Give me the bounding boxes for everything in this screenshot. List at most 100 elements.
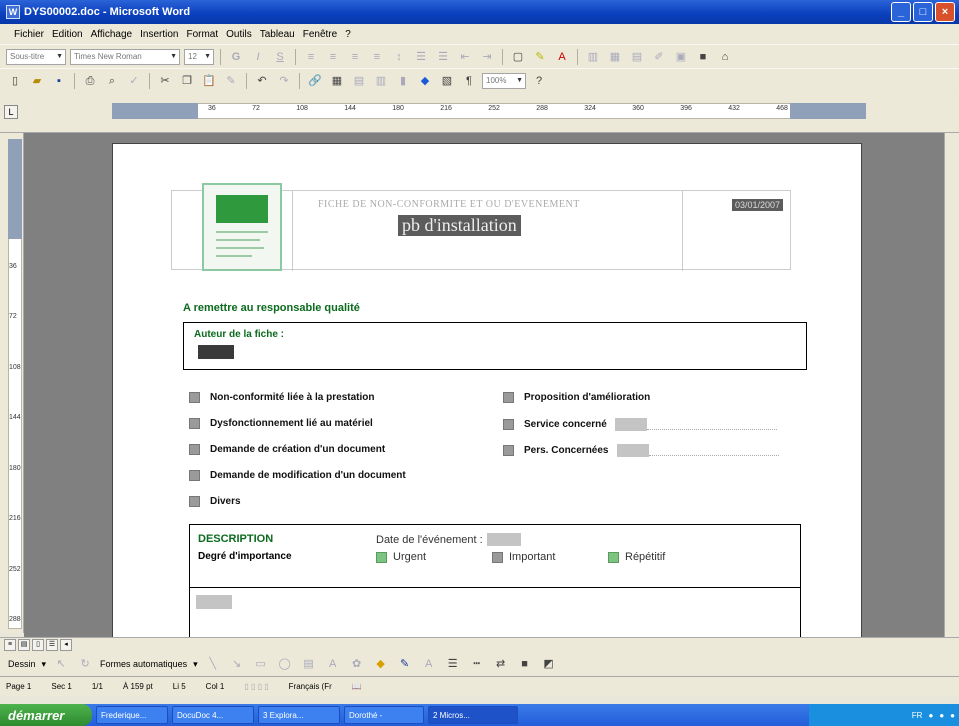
spelling-icon[interactable]: ✓ — [125, 72, 143, 90]
menu-affichage[interactable]: Affichage — [91, 29, 133, 40]
tray-icon[interactable]: ● — [939, 711, 944, 720]
task-word[interactable]: 2 Micros... — [428, 706, 518, 724]
menu-tableau[interactable]: Tableau — [260, 29, 295, 40]
pilcrow-icon[interactable]: ¶ — [460, 72, 478, 90]
date-field[interactable]: 03/01/2007 — [732, 199, 784, 211]
checkbox-dysfonctionnement[interactable]: Dysfonctionnement lié au matériel — [189, 418, 373, 429]
checkbox-icon[interactable] — [189, 470, 200, 481]
dessin-menu[interactable]: Dessin — [8, 659, 36, 669]
task-dorothe[interactable]: Dorothé - — [344, 706, 424, 724]
menu-edition[interactable]: Edition — [52, 29, 83, 40]
task-explorer[interactable]: 3 Explora... — [258, 706, 340, 724]
bullets-icon[interactable]: ☰ — [434, 48, 452, 66]
horizontal-ruler[interactable]: L 36 72 108 144 180 216 252 288 324 360 396 432 468 — [0, 93, 959, 133]
redo-icon[interactable]: ↷ — [275, 72, 293, 90]
start-button[interactable]: démarrer — [0, 704, 92, 726]
vertical-ruler[interactable]: 36 72 108 144 180 216 252 288 — [0, 133, 24, 633]
hyperlink-icon[interactable]: 🔗 — [306, 72, 324, 90]
line-color-icon[interactable]: ✎ — [396, 655, 414, 673]
menu-fenetre[interactable]: Fenêtre — [303, 29, 337, 40]
insert-table-icon[interactable]: ▤ — [350, 72, 368, 90]
scroll-left-icon[interactable]: ◂ — [60, 639, 72, 651]
cut-icon[interactable]: ✂ — [156, 72, 174, 90]
textbox-icon[interactable]: ▤ — [300, 655, 318, 673]
task-frederique[interactable]: Frederique... — [96, 706, 168, 724]
align-right-icon[interactable]: ≡ — [346, 48, 364, 66]
date-evenement-field[interactable] — [486, 533, 521, 546]
line-spacing-icon[interactable]: ↕ — [390, 48, 408, 66]
print-icon[interactable]: ⎙ — [81, 72, 99, 90]
normal-view-icon[interactable]: ≡ — [4, 639, 16, 651]
numbering-icon[interactable]: ☰ — [412, 48, 430, 66]
checkbox-non-conformite[interactable]: Non-conformité liée à la prestation — [189, 392, 374, 403]
line-icon[interactable]: ╲ — [204, 655, 222, 673]
indent-icon[interactable]: ⇥ — [478, 48, 496, 66]
justify-icon[interactable]: ≡ — [368, 48, 386, 66]
checkbox-icon[interactable] — [189, 392, 200, 403]
new-document-icon[interactable]: ▯ — [6, 72, 24, 90]
help-icon[interactable]: ? — [530, 72, 548, 90]
checkbox-icon[interactable] — [503, 419, 514, 430]
outline-view-icon[interactable]: ☰ — [46, 639, 58, 651]
shadow-icon[interactable]: ■ — [516, 655, 534, 673]
minimize-button[interactable]: _ — [891, 2, 911, 22]
checkbox-proposition[interactable]: Proposition d'amélioration — [503, 392, 650, 403]
highlight-icon[interactable]: ✎ — [531, 48, 549, 66]
3d-icon[interactable]: ◩ — [540, 655, 558, 673]
tables-borders-icon[interactable]: ▦ — [328, 72, 346, 90]
subject-field[interactable]: pb d'installation — [398, 215, 521, 236]
rectangle-icon[interactable]: ▭ — [252, 655, 270, 673]
clipart-icon[interactable]: ✿ — [348, 655, 366, 673]
menu-fichier[interactable]: Fichier — [14, 29, 44, 40]
spellcheck-icon[interactable]: 📖 — [352, 682, 362, 691]
insert-excel-icon[interactable]: ▥ — [372, 72, 390, 90]
tray-icon[interactable]: ● — [928, 711, 933, 720]
menu-insertion[interactable]: Insertion — [140, 29, 178, 40]
wordart-icon[interactable]: A — [324, 655, 342, 673]
close-button[interactable]: × — [935, 2, 955, 22]
border-icon[interactable]: ▢ — [509, 48, 527, 66]
checkbox-icon[interactable] — [189, 444, 200, 455]
underline-button[interactable]: S — [271, 48, 289, 66]
fill-color-icon[interactable]: ◆ — [372, 655, 390, 673]
checkbox-icon[interactable] — [376, 551, 387, 563]
outdent-icon[interactable]: ⇤ — [456, 48, 474, 66]
print-view-icon[interactable]: ▯ — [32, 639, 44, 651]
checkbox-icon[interactable] — [189, 496, 200, 507]
table-icon[interactable]: ▦ — [606, 48, 624, 66]
italic-button[interactable]: I — [249, 48, 267, 66]
formes-menu[interactable]: Formes automatiques — [100, 659, 187, 669]
checkbox-icon[interactable] — [492, 551, 503, 563]
menu-help[interactable]: ? — [345, 29, 351, 40]
rotate-icon[interactable]: ↻ — [76, 655, 94, 673]
service-field[interactable] — [614, 418, 647, 431]
columns-icon[interactable]: ▥ — [584, 48, 602, 66]
line-style-icon[interactable]: ☰ — [444, 655, 462, 673]
drawing-toggle-icon[interactable]: ◆ — [416, 72, 434, 90]
level-urgent[interactable]: Urgent — [376, 551, 426, 563]
drawing-icon[interactable]: ✐ — [650, 48, 668, 66]
menu-format[interactable]: Format — [186, 29, 218, 40]
zoom-combo[interactable]: 100% ▼ — [482, 72, 526, 89]
columns-button-icon[interactable]: ▮ — [394, 72, 412, 90]
personnes-field[interactable] — [616, 444, 649, 457]
document-map-icon[interactable]: ▧ — [438, 72, 456, 90]
level-repetitif[interactable]: Répétitif — [608, 551, 665, 563]
checkbox-icon[interactable] — [503, 392, 514, 403]
font-color-icon[interactable]: A — [553, 48, 571, 66]
print-preview-icon[interactable]: ⌕ — [103, 72, 121, 90]
checkbox-divers[interactable]: Divers — [189, 496, 241, 507]
description-field[interactable] — [196, 595, 232, 609]
dash-style-icon[interactable]: ┅ — [468, 655, 486, 673]
oval-icon[interactable]: ◯ — [276, 655, 294, 673]
web-view-icon[interactable]: ▤ — [18, 639, 30, 651]
checkbox-icon[interactable] — [189, 418, 200, 429]
excel-icon[interactable]: ▤ — [628, 48, 646, 66]
checkbox-icon[interactable] — [503, 445, 514, 456]
document-page[interactable]: FICHE DE NON-CONFORMITE ET OU D'EVENEMEN… — [112, 143, 862, 637]
align-left-icon[interactable]: ≡ — [302, 48, 320, 66]
vertical-scrollbar[interactable] — [944, 133, 959, 637]
open-folder-icon[interactable]: ▰ — [28, 72, 46, 90]
arrow-icon[interactable]: ↘ — [228, 655, 246, 673]
tray-icon[interactable]: ● — [950, 711, 955, 720]
